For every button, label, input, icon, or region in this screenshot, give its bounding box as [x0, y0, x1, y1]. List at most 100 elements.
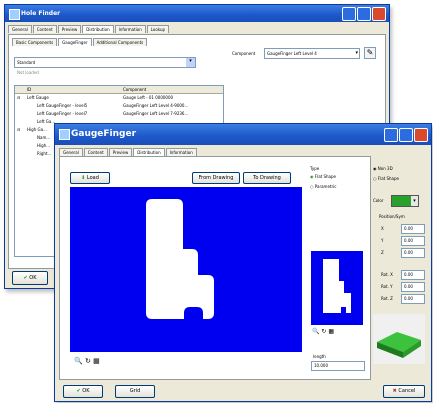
radio-selected-icon[interactable]: ◉	[373, 166, 377, 171]
chevron-down-icon[interactable]: ▾	[186, 58, 195, 67]
position-label: Position/Sym	[379, 214, 405, 219]
coord-label: Rot. Z	[381, 296, 393, 301]
front-content: ⬇ Load From Drawing To Drawing 🔍 ↻ ▦ Typ…	[59, 156, 371, 380]
length-input[interactable]: 10.000	[311, 361, 365, 371]
rotate-icon[interactable]: ↻	[321, 328, 326, 335]
minimize-button[interactable]	[342, 7, 356, 21]
tab-content[interactable]: Content	[83, 148, 108, 156]
from-drawing-button[interactable]: From Drawing	[192, 172, 240, 184]
front-window-title: GaugeFinger	[71, 129, 137, 139]
load-label: Load	[86, 175, 99, 181]
maximize-button[interactable]	[357, 7, 371, 21]
close-button[interactable]	[414, 128, 428, 142]
chevron-down-icon[interactable]: ▾	[355, 50, 358, 56]
coord-input[interactable]: 0.00	[401, 294, 425, 304]
back-ok-button[interactable]: ✔ OK	[12, 271, 48, 285]
coord-label: Z	[381, 250, 384, 255]
back-window-title: Hole Finder	[21, 10, 61, 17]
grid-row[interactable]: ⊟ Left Gauge Gauge Left - 01 0000000	[15, 94, 223, 101]
tab-general[interactable]: General	[59, 148, 83, 156]
status-text: Not loaded	[17, 70, 39, 75]
color-swatch[interactable]: ▾	[391, 195, 419, 207]
subtab-basic-components[interactable]: Basic Components	[12, 38, 58, 46]
rotate-icon[interactable]: ↻	[85, 357, 91, 365]
tab-distribution[interactable]: Distribution	[133, 148, 165, 156]
grid-cell-component: GaugeFinger Left Level 7-9236...	[123, 111, 189, 116]
coord-value: 0.00	[404, 272, 413, 277]
checkmark-icon: ✔	[76, 388, 81, 394]
tab-preview[interactable]: Preview	[57, 25, 82, 33]
tab-content[interactable]: Content	[32, 25, 57, 33]
grid-row[interactable]: Left GaugeFinger - level7 GaugeFinger Le…	[15, 110, 223, 117]
dropdown-icon[interactable]: ▾	[411, 196, 418, 206]
tab-general[interactable]: General	[8, 25, 32, 33]
radio-icon[interactable]: ○	[310, 184, 314, 189]
tab-information[interactable]: Information	[165, 148, 197, 156]
component-label: Component	[232, 51, 256, 56]
subtab-additional-components[interactable]: Additional Components	[92, 38, 148, 46]
type-option-parametric[interactable]: ○ Parametric	[310, 184, 336, 189]
coord-row-x: X 0.00	[381, 224, 425, 234]
subtab-gaugefinger[interactable]: GaugeFinger	[58, 38, 92, 46]
coord-value: 0.00	[404, 296, 413, 301]
type-option-flat-shape[interactable]: ◉ Flat Shape	[310, 174, 336, 179]
front-title-bar: GaugeFinger	[55, 124, 431, 145]
load-icon: ⬇	[81, 175, 86, 181]
close-button[interactable]	[372, 7, 386, 21]
expand-icon[interactable]: ⊟	[17, 95, 20, 100]
back-ok-label: OK	[29, 275, 37, 281]
radio-icon[interactable]: ○	[373, 176, 377, 181]
cancel-button[interactable]: ✖ Cancel	[383, 385, 425, 398]
app-icon	[9, 9, 20, 20]
view-option-flat-shape[interactable]: ○ Flat Shape	[373, 176, 399, 181]
color-label: Color	[373, 198, 384, 203]
coord-input[interactable]: 0.00	[401, 282, 425, 292]
to-drawing-button[interactable]: To Drawing	[243, 172, 291, 184]
checkmark-icon: ✔	[23, 275, 28, 281]
canvas-tools: 🔍 ↻ ▦	[74, 357, 100, 365]
length-label: length	[313, 354, 326, 359]
zoom-icon[interactable]: 🔍	[312, 328, 319, 335]
front-ok-label: OK	[82, 388, 90, 394]
zoom-icon[interactable]: 🔍	[74, 357, 83, 365]
grid-cell-id: Left Ga...	[37, 119, 56, 124]
fit-icon[interactable]: ▦	[93, 357, 100, 365]
type-option-label: Parametric	[314, 184, 337, 189]
standard-select[interactable]: Standard ▾	[14, 57, 196, 68]
shape-canvas[interactable]	[70, 187, 302, 352]
coord-input[interactable]: 0.00	[401, 248, 425, 258]
coord-input[interactable]: 0.00	[401, 270, 425, 280]
radio-selected-icon[interactable]: ◉	[310, 174, 314, 179]
load-button[interactable]: ⬇ Load	[70, 172, 110, 184]
expand-icon[interactable]: ⊟	[17, 127, 20, 132]
coord-row-rot-y: Rot. Y 0.00	[381, 282, 425, 292]
grid-row[interactable]: Left GaugeFinger - level5 GaugeFinger Le…	[15, 102, 223, 109]
tab-distribution[interactable]: Distribution	[82, 25, 114, 33]
front-tabs: General Content Preview Distribution Informa…	[59, 148, 198, 156]
grid-cell-id: Nam...	[37, 135, 51, 140]
tab-information[interactable]: Information	[114, 25, 146, 33]
back-tabs: General Content Preview Distribution Informa…	[8, 25, 170, 33]
grid-cell-component: Gauge Left - 01 0000000	[123, 95, 174, 100]
coord-input[interactable]: 0.00	[401, 224, 425, 234]
grid-cell-id: High Ga...	[27, 127, 47, 132]
coord-input[interactable]: 0.00	[401, 236, 425, 246]
grid-button[interactable]: Grid	[115, 385, 155, 398]
view-option-non-3d[interactable]: ◉ Non 3D	[373, 166, 393, 171]
back-title-bar: Hole Finder	[5, 5, 389, 22]
maximize-button[interactable]	[399, 128, 413, 142]
front-ok-button[interactable]: ✔ OK	[63, 385, 103, 398]
view-option-label: Flat Shape	[377, 176, 400, 181]
minimize-button[interactable]	[384, 128, 398, 142]
coord-row-rot-x: Rot. X 0.00	[381, 270, 425, 280]
fit-icon[interactable]: ▦	[328, 328, 334, 335]
tab-lookup[interactable]: Lookup	[146, 25, 170, 33]
tab-preview[interactable]: Preview	[108, 148, 133, 156]
component-select[interactable]: GaugeFinger Left Level 4 ▾	[264, 48, 360, 59]
coord-row-rot-z: Rot. Z 0.00	[381, 294, 425, 304]
coord-label: Rot. X	[381, 272, 393, 277]
grid-cell-id: Left GaugeFinger - level7	[37, 111, 88, 116]
thumbnail-tools: 🔍 ↻ ▦	[312, 328, 334, 335]
type-option-label: Flat Shape	[314, 174, 337, 179]
edit-icon[interactable]: ✎	[364, 47, 376, 59]
